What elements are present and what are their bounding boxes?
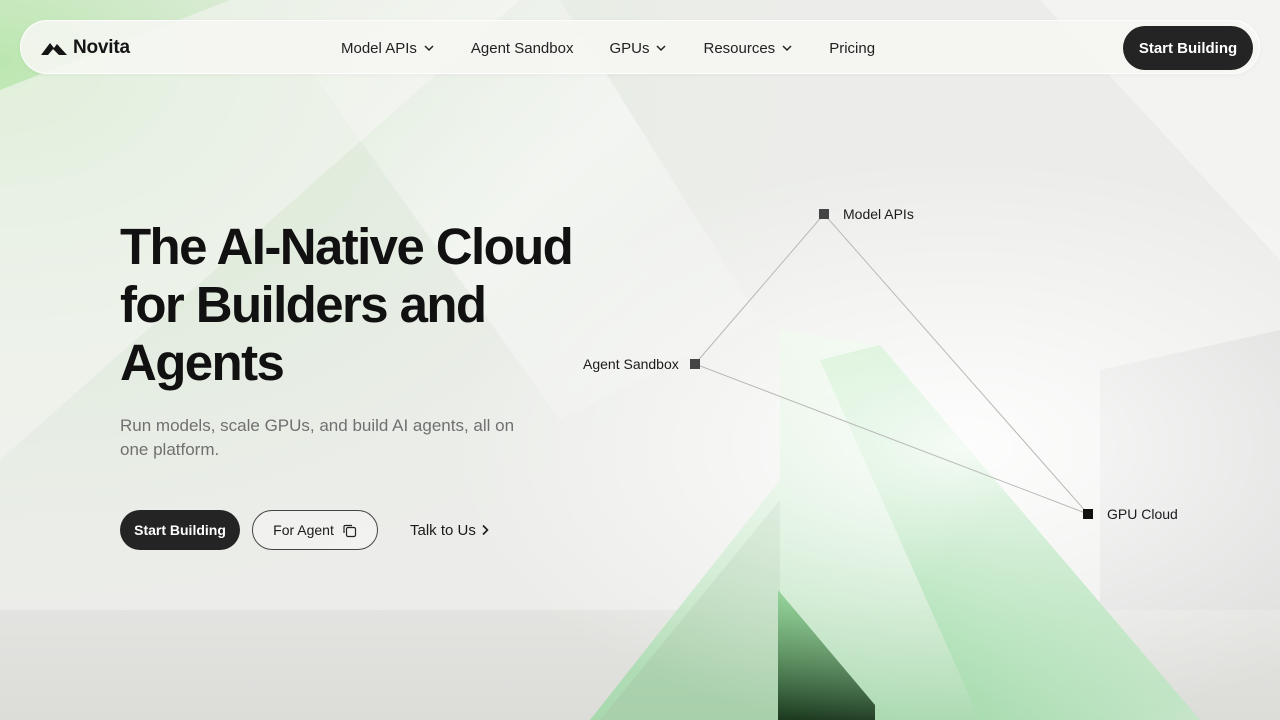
nav-item-gpus[interactable]: GPUs — [609, 40, 667, 57]
hero-title: The AI-Native Cloud for Builders and Age… — [120, 218, 574, 391]
node-model-apis-label: Model APIs — [843, 206, 914, 222]
main-menu: Model APIs Agent Sandbox GPUs Resources … — [341, 21, 911, 75]
start-building-button[interactable]: Start Building — [120, 510, 240, 550]
chevron-down-icon — [782, 45, 792, 52]
nav-item-model-apis[interactable]: Model APIs — [341, 40, 435, 57]
chevron-down-icon — [656, 45, 667, 52]
nav-item-resources[interactable]: Resources — [703, 40, 793, 57]
nav-item-label: Pricing — [829, 39, 876, 57]
chevron-down-icon — [424, 45, 434, 52]
hero-subtitle: Run models, scale GPUs, and build AI age… — [120, 416, 515, 459]
brand-name: Novita — [73, 37, 130, 58]
nav-item-label: GPUs — [609, 39, 650, 57]
nav-item-agent-sandbox[interactable]: Agent Sandbox — [471, 40, 574, 57]
nav-item-label: Agent Sandbox — [470, 39, 574, 57]
nav-item-label: Resources — [703, 39, 776, 57]
copy-icon — [343, 524, 356, 537]
node-gpu-cloud-label: GPU Cloud — [1107, 506, 1178, 522]
chevron-right-icon — [482, 524, 489, 536]
top-navbar: Novita Model APIs Agent Sandbox GPUs Res… — [20, 20, 1260, 74]
talk-to-us-label: Talk to Us — [410, 521, 476, 539]
nav-item-pricing[interactable]: Pricing — [829, 40, 875, 57]
nav-start-building-button[interactable]: Start Building — [1123, 26, 1253, 70]
nav-item-label: Model APIs — [341, 39, 417, 57]
brand-logo[interactable]: Novita — [41, 36, 130, 60]
talk-to-us-link[interactable]: Talk to Us — [410, 510, 490, 550]
novita-peak-logo-icon — [41, 43, 67, 55]
for-agent-button[interactable]: For Agent — [252, 510, 378, 550]
for-agent-label: For Agent — [273, 522, 334, 538]
